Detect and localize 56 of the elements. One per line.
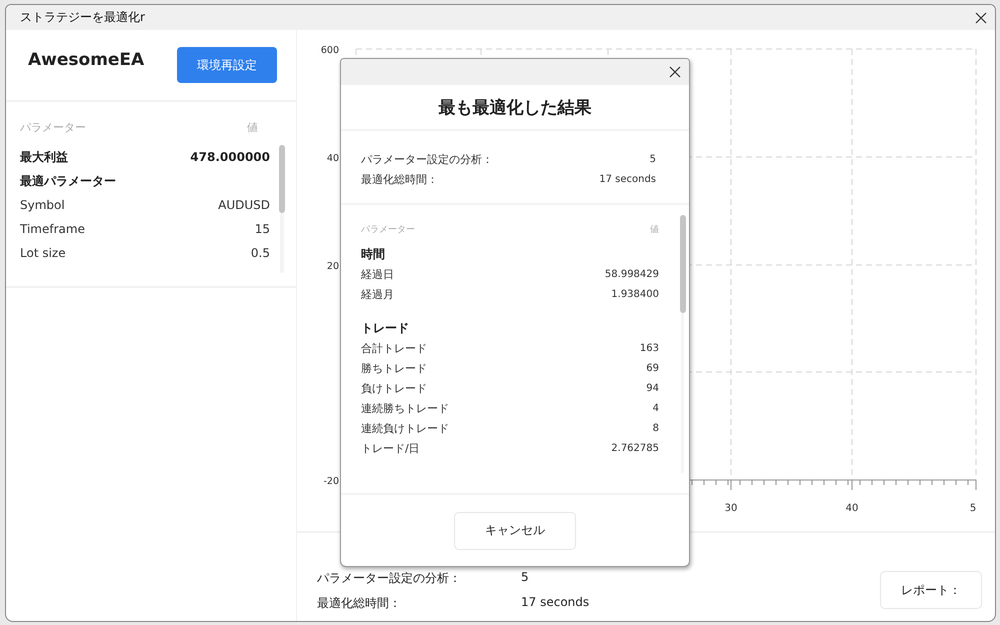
section-heading: 最適パラメーター <box>20 172 116 190</box>
column-header: 値 <box>247 120 258 135</box>
param-value: 478.000000 <box>190 150 270 164</box>
stat-value: 69 <box>646 362 659 374</box>
param-value: 15 <box>254 222 270 236</box>
summary-value: 17 seconds <box>599 174 656 184</box>
stat-label: 勝ちトレード <box>361 360 427 376</box>
column-header: パラメーター <box>361 224 415 236</box>
stat-label: 経過月 <box>361 286 394 302</box>
report-button[interactable]: レポート： <box>880 571 982 609</box>
stat-label: 負けトレード <box>361 380 427 396</box>
scrollbar-thumb[interactable] <box>279 145 285 213</box>
column-header: 値 <box>650 224 659 236</box>
axis-label: 600 <box>320 45 339 56</box>
stat-value: 94 <box>646 382 659 394</box>
section-heading: 時間 <box>361 247 385 261</box>
stat-value: 4 <box>652 402 659 414</box>
param-value: 0.5 <box>250 246 270 260</box>
param-label: Timeframe <box>20 222 85 236</box>
summary-value: 5 <box>521 570 530 586</box>
stat-value: 8 <box>652 422 659 434</box>
section-heading: トレード <box>361 321 409 335</box>
stat-value: 58.998429 <box>604 268 659 280</box>
cancel-button[interactable]: キャンセル <box>454 512 576 550</box>
window-title: ストラテジーを最適化r <box>20 9 145 26</box>
close-icon[interactable] <box>975 12 987 24</box>
scrollbar-thumb[interactable] <box>680 215 686 313</box>
param-label: Lot size <box>20 246 66 260</box>
axis-label: -20 <box>323 476 339 487</box>
summary-label: パラメーター設定の分析： <box>361 152 493 166</box>
strategy-name: AwesomeEA <box>28 50 144 70</box>
summary-label: 最適化総時間： <box>317 595 402 612</box>
stat-value: 1.938400 <box>611 288 659 300</box>
close-icon[interactable] <box>669 66 681 78</box>
stat-label: 経過日 <box>361 266 394 282</box>
summary-value: 5 <box>650 154 656 164</box>
param-value: AUDUSD <box>218 198 270 212</box>
axis-label: 20 <box>326 261 339 272</box>
axis-label: 30 <box>724 503 738 514</box>
stat-label: 連続勝ちトレード <box>361 400 449 416</box>
summary-label: 最適化総時間： <box>361 172 438 186</box>
param-label: Symbol <box>20 198 65 212</box>
axis-label: 5 <box>970 503 976 514</box>
reset-button[interactable]: 環境再設定 <box>177 47 277 83</box>
summary-value: 17 seconds <box>521 595 590 611</box>
axis-label: 40 <box>326 153 339 164</box>
summary-label: パラメーター設定の分析： <box>317 570 462 587</box>
stat-value: 163 <box>640 342 659 354</box>
stat-label: 合計トレード <box>361 340 427 356</box>
stat-label: 連続負けトレード <box>361 420 449 436</box>
dialog-title: 最も最適化した結果 <box>438 96 592 118</box>
stat-label: トレード/日 <box>361 440 420 456</box>
stat-value: 2.762785 <box>611 442 659 454</box>
param-label: 最大利益 <box>20 148 68 166</box>
column-header: パラメーター <box>20 120 86 135</box>
axis-label: 40 <box>846 503 858 514</box>
